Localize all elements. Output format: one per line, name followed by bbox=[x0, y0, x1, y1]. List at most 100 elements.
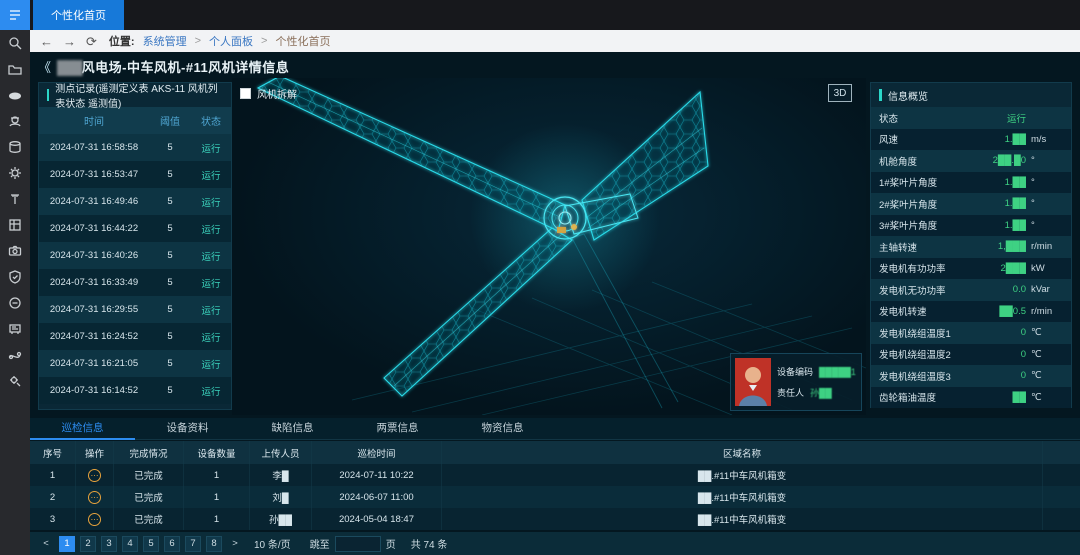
inspection-table: 序号操作 完成情况设备数量 上传人员巡检时间 区域名称 1 ⋯ 已完成1 李█2… bbox=[30, 441, 1080, 530]
title-redacted-prefix: ███ bbox=[57, 60, 82, 75]
browser-nav-bar: ← → ⟳ 位置: 系统管理 > 个人面板 > 个性化首页 bbox=[30, 30, 1080, 52]
hammer-tool-icon[interactable] bbox=[0, 186, 30, 212]
turbine-explode-checkbox[interactable] bbox=[240, 88, 251, 99]
page-button-1[interactable]: 1 bbox=[59, 536, 75, 552]
info-row-blade3-angle: 3#桨叶片角度1.██° bbox=[871, 215, 1071, 237]
device-owner-card: 设备编码 █████1 责任人 孙██ bbox=[730, 353, 862, 411]
forward-arrow-icon[interactable]: → bbox=[63, 35, 76, 48]
jump-page-suffix: 页 bbox=[386, 536, 396, 551]
page-jump-input[interactable] bbox=[335, 536, 381, 552]
menu-icon[interactable] bbox=[0, 0, 30, 30]
cloud-icon[interactable] bbox=[0, 82, 30, 108]
tab-defect-info[interactable]: 缺陷信息 bbox=[240, 418, 345, 440]
gear-icon[interactable] bbox=[0, 160, 30, 186]
device-code-row: 设备编码 █████1 bbox=[777, 365, 856, 378]
breadcrumb-separator: > bbox=[195, 35, 201, 47]
info-panel-body: 状态运行 风速1.██m/s 机舱角度2██.█0° 1#桨叶片角度1.██° … bbox=[871, 107, 1071, 408]
page-title: 风电场-中车风机-#11风机详情信息 bbox=[82, 60, 290, 75]
jump-to-label: 跳至 bbox=[310, 536, 330, 551]
page-button-2[interactable]: 2 bbox=[80, 536, 96, 552]
info-row-winding-temp3: 发电机绕组温度30℃ bbox=[871, 365, 1071, 387]
table-row[interactable]: 2 ⋯ 已完成1 刘█2024-06-07 11:00 ██.#11中车风机箱变 bbox=[30, 486, 1080, 508]
dash-circle-icon[interactable] bbox=[0, 290, 30, 316]
info-row-winding-temp1: 发电机绕组温度10℃ bbox=[871, 322, 1071, 344]
device-code-label: 设备编码 bbox=[777, 365, 813, 378]
location-label: 位置: bbox=[109, 33, 135, 49]
info-row-winding-temp2: 发电机绕组温度20℃ bbox=[871, 344, 1071, 366]
table-row[interactable]: 2024-07-31 16:58:585运行 bbox=[39, 134, 231, 161]
breadcrumb-system-mgmt[interactable]: 系统管理 bbox=[143, 33, 187, 49]
search-icon[interactable] bbox=[0, 30, 30, 56]
table-row[interactable]: 2024-07-31 16:33:495运行 bbox=[39, 269, 231, 296]
row-actions-icon[interactable]: ⋯ bbox=[88, 491, 101, 504]
table-row[interactable]: 2024-07-31 16:21:055运行 bbox=[39, 350, 231, 377]
measurement-panel-header: 测点记录(遥测定义表 AKS-11 风机列表状态 遥测值) bbox=[39, 83, 231, 107]
table-row[interactable]: 2024-07-31 16:44:225运行 bbox=[39, 215, 231, 242]
info-row-blade2-angle: 2#桨叶片角度1.██° bbox=[871, 193, 1071, 215]
explode-checkbox-row: 风机拆解 bbox=[240, 86, 297, 101]
owner-label: 责任人 bbox=[777, 386, 804, 399]
accent-bar bbox=[879, 89, 882, 101]
next-page-button[interactable]: > bbox=[227, 536, 243, 552]
measurement-record-panel: 测点记录(遥测定义表 AKS-11 风机列表状态 遥测值) 时间 阈值 状态 2… bbox=[38, 82, 232, 410]
owner-photo bbox=[735, 358, 771, 406]
pipeline-icon[interactable] bbox=[0, 342, 30, 368]
grid-panel-icon[interactable] bbox=[0, 212, 30, 238]
folder-icon[interactable] bbox=[0, 56, 30, 82]
shield-check-icon[interactable] bbox=[0, 264, 30, 290]
page-button-8[interactable]: 8 bbox=[206, 536, 222, 552]
pagination-bar: < 1 2 3 4 5 6 7 8 > 10 条/页 跳至 页 共 74 条 bbox=[30, 532, 1080, 555]
table-row[interactable]: 2024-07-31 16:29:555运行 bbox=[39, 296, 231, 323]
info-row-nacelle-angle: 机舱角度2██.█0° bbox=[871, 150, 1071, 172]
flag-board-icon[interactable] bbox=[0, 316, 30, 342]
collapse-back-icon[interactable]: 《 bbox=[38, 57, 51, 76]
tab-two-ticket-info[interactable]: 两票信息 bbox=[345, 418, 450, 440]
page-size-select[interactable]: 10 条/页 bbox=[254, 536, 291, 551]
3d-mode-button[interactable]: 3D bbox=[828, 84, 852, 102]
prev-page-button[interactable]: < bbox=[38, 536, 54, 552]
tool-gear-icon[interactable] bbox=[0, 368, 30, 394]
back-arrow-icon[interactable]: ← bbox=[40, 35, 53, 48]
tab-device-docs[interactable]: 设备资料 bbox=[135, 418, 240, 440]
info-row-reactive-power: 发电机无功功率0.0kVar bbox=[871, 279, 1071, 301]
col-time: 时间 bbox=[39, 113, 149, 128]
table-row[interactable]: 2024-07-31 16:53:475运行 bbox=[39, 161, 231, 188]
camera-icon[interactable] bbox=[0, 238, 30, 264]
bottom-tab-bar: 巡检信息 设备资料 缺陷信息 两票信息 物资信息 bbox=[30, 418, 1080, 440]
measurement-panel-title: 测点记录(遥测定义表 AKS-11 风机列表状态 遥测值) bbox=[55, 80, 223, 110]
info-row-main-shaft-speed: 主轴转速1,███r/min bbox=[871, 236, 1071, 258]
table-row[interactable]: 3 ⋯ 已完成1 孙██2024-05-04 18:47 ██.#11中车风机箱… bbox=[30, 508, 1080, 530]
page-button-3[interactable]: 3 bbox=[101, 536, 117, 552]
page-button-4[interactable]: 4 bbox=[122, 536, 138, 552]
info-overview-panel: 信息概览 状态运行 风速1.██m/s 机舱角度2██.█0° 1#桨叶片角度1… bbox=[870, 82, 1072, 408]
turbine-3d-viewport[interactable]: 风机拆解 3D 设备编码 █████1 责任人 孙██ bbox=[232, 78, 866, 415]
tab-material-info[interactable]: 物资信息 bbox=[450, 418, 555, 440]
info-row-gearbox-oil-temp: 齿轮箱油温度██℃ bbox=[871, 387, 1071, 409]
row-actions-icon[interactable]: ⋯ bbox=[88, 469, 101, 482]
table-row[interactable]: 2024-07-31 16:24:525运行 bbox=[39, 323, 231, 350]
page-button-5[interactable]: 5 bbox=[143, 536, 159, 552]
window-tab-personal-home[interactable]: 个性化首页 bbox=[33, 0, 124, 30]
info-row-active-power: 发电机有功功率2███kW bbox=[871, 258, 1071, 280]
owner-row: 责任人 孙██ bbox=[777, 386, 856, 399]
tab-inspection-info[interactable]: 巡检信息 bbox=[30, 418, 135, 440]
table-row[interactable]: 2024-07-31 16:14:525运行 bbox=[39, 377, 231, 404]
table-row[interactable]: 1 ⋯ 已完成1 李█2024-07-11 10:22 ██.#11中车风机箱变 bbox=[30, 464, 1080, 486]
table-row[interactable]: 2024-07-31 16:40:265运行 bbox=[39, 242, 231, 269]
info-row-status: 状态运行 bbox=[871, 107, 1071, 129]
inspection-table-header: 序号操作 完成情况设备数量 上传人员巡检时间 区域名称 bbox=[30, 441, 1080, 464]
page-button-6[interactable]: 6 bbox=[164, 536, 180, 552]
breadcrumb-personal-panel[interactable]: 个人面板 bbox=[209, 33, 253, 49]
page-button-7[interactable]: 7 bbox=[185, 536, 201, 552]
database-icon[interactable] bbox=[0, 134, 30, 160]
owner-value: 孙██ bbox=[810, 386, 832, 399]
measurement-table-body: 2024-07-31 16:58:585运行 2024-07-31 16:53:… bbox=[39, 134, 231, 404]
user-hat-icon[interactable] bbox=[0, 108, 30, 134]
info-row-wind-speed: 风速1.██m/s bbox=[871, 129, 1071, 151]
refresh-icon[interactable]: ⟳ bbox=[86, 35, 97, 48]
table-row[interactable]: 2024-07-31 16:49:465运行 bbox=[39, 188, 231, 215]
info-panel-title: 信息概览 bbox=[888, 88, 928, 103]
row-actions-icon[interactable]: ⋯ bbox=[88, 513, 101, 526]
breadcrumb-separator: > bbox=[261, 35, 267, 47]
page-title-row: 《 ███风电场-中车风机-#11风机详情信息 bbox=[38, 56, 289, 76]
